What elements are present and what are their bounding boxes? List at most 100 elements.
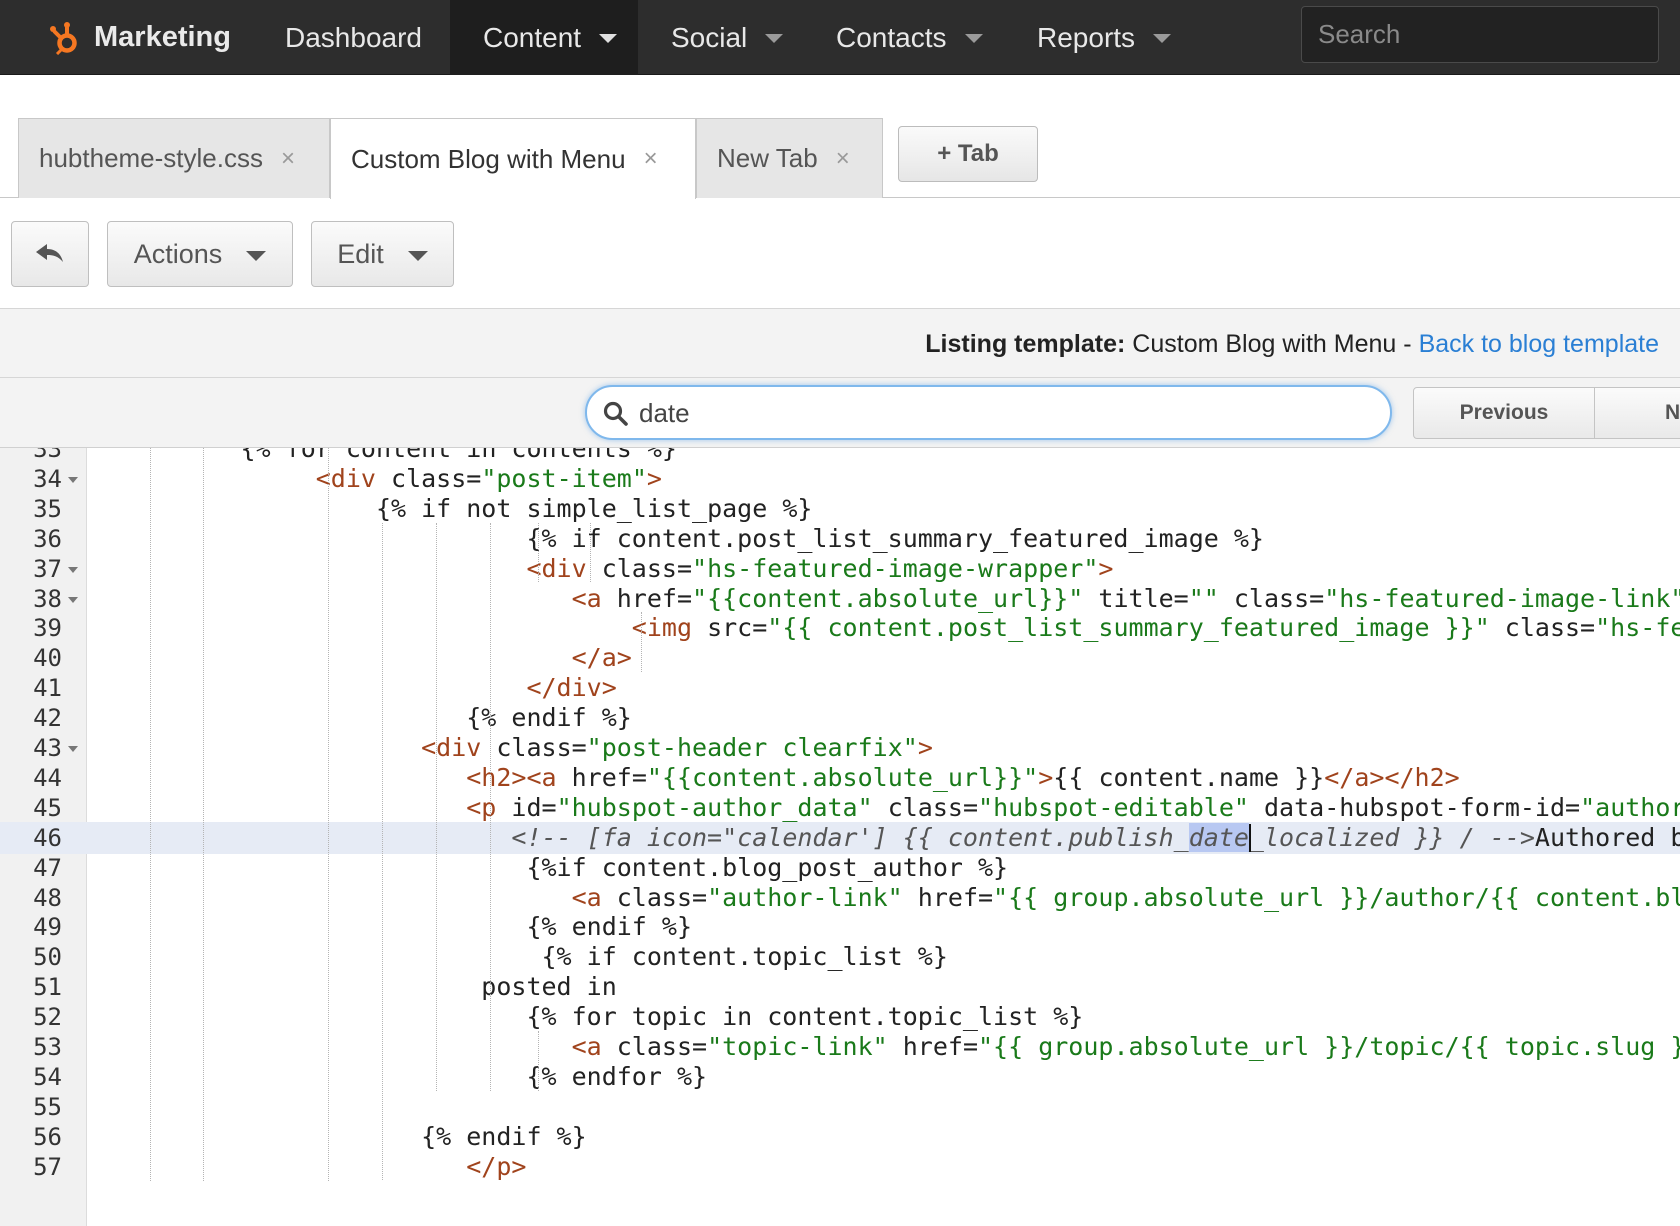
code-line[interactable]: 44 <h2><a href="{{content.absolute_url}}"… <box>0 762 1680 794</box>
code-line[interactable]: 46 <!-- [fa icon="calendar'] {{ content.p… <box>0 821 1680 854</box>
edit-label: Edit <box>337 238 384 269</box>
code-text: <a href="{{content.absolute_url}}" title… <box>571 583 1680 613</box>
brand-label: Marketing <box>94 21 231 53</box>
back-to-blog-template-link[interactable]: Back to blog template <box>1419 330 1659 359</box>
hubspot-sprocket-icon <box>50 21 77 55</box>
find-previous-button[interactable]: Previous <box>1413 387 1595 439</box>
code-line[interactable]: 56 {% endif %} <box>0 1121 1680 1153</box>
fold-toggle-icon[interactable] <box>68 566 78 573</box>
line-number: 57 <box>33 1152 62 1181</box>
nav-item-label: Reports <box>1037 21 1136 53</box>
find-field[interactable] <box>585 385 1392 440</box>
line-number: 40 <box>33 644 62 673</box>
global-search-input[interactable] <box>1301 6 1659 63</box>
template-info-bar: Listing template: Custom Blog with Menu … <box>0 308 1680 378</box>
nav-item-contacts[interactable]: Contacts <box>836 0 983 75</box>
indent-guide <box>202 448 204 1181</box>
indent-guide <box>150 448 152 1181</box>
close-icon[interactable]: × <box>644 145 658 173</box>
line-number: 37 <box>33 554 62 583</box>
actions-dropdown-button[interactable]: Actions <box>107 221 293 287</box>
code-text: {% endif %} <box>526 912 693 942</box>
indent-guide <box>327 448 329 1181</box>
code-line[interactable]: 47 {%if content.blog_post_author %} <box>0 852 1680 884</box>
code-line[interactable]: 49 {% endif %} <box>0 911 1680 943</box>
code-text: {% for topic in content.topic_list %} <box>526 1002 1084 1032</box>
code-text: </a> <box>571 643 632 673</box>
tab-custom-blog-with-menu[interactable]: Custom Blog with Menu × <box>330 118 696 199</box>
line-number: 53 <box>33 1033 62 1061</box>
code-line[interactable]: 39 <img src="{{ content.post_list_summary… <box>0 612 1680 644</box>
code-text: <div class="post-header clearfix"> <box>421 733 933 762</box>
code-line[interactable]: 57 </p> <box>0 1151 1680 1183</box>
close-icon[interactable]: × <box>836 145 850 173</box>
line-number: 55 <box>33 1092 62 1121</box>
code-line[interactable]: 40 </a> <box>0 642 1680 674</box>
line-number: 45 <box>33 793 62 822</box>
line-number: 34 <box>33 464 62 493</box>
listing-template-name: Custom Blog with Menu - <box>1132 329 1412 358</box>
line-number: 39 <box>33 614 62 643</box>
code-line[interactable]: 35 {% if not simple_list_page %} <box>0 493 1680 525</box>
caret-down-icon <box>407 250 428 261</box>
line-number: 56 <box>33 1122 62 1151</box>
tab-hubtheme-style[interactable]: hubtheme-style.css × <box>18 118 330 198</box>
find-input[interactable] <box>639 393 1359 433</box>
find-next-button[interactable]: Next <box>1594 387 1680 439</box>
code-line[interactable]: 48 <a class="author-link" href="{{ group.… <box>0 882 1680 914</box>
code-line[interactable]: 37 <div class="hs-featured-image-wrapper"… <box>0 553 1680 585</box>
code-line[interactable]: 36 {% if content.post_list_summary_featur… <box>0 523 1680 555</box>
code-text: {% if content.post_list_summary_featured… <box>526 523 1264 553</box>
tab-new-tab[interactable]: New Tab × <box>696 118 883 198</box>
actions-label: Actions <box>133 238 223 269</box>
code-line[interactable]: 41 </div> <box>0 672 1680 704</box>
caret-down-icon <box>1153 34 1172 43</box>
brand[interactable]: Marketing <box>50 0 231 75</box>
top-navigation: Marketing Dashboard Content Social Conta… <box>0 0 1680 75</box>
caret-down-icon <box>964 34 983 43</box>
code-text: {% endfor %} <box>526 1061 708 1091</box>
edit-dropdown-button[interactable]: Edit <box>311 221 454 287</box>
listing-template-info: Listing template: Custom Blog with Menu … <box>925 309 1659 379</box>
indent-guide <box>538 1031 540 1091</box>
nav-item-content[interactable]: Content <box>450 0 638 75</box>
line-number: 35 <box>33 494 62 523</box>
code-line[interactable]: 53 <a class="topic-link" href="{{ group.a… <box>0 1031 1680 1063</box>
fold-toggle-icon[interactable] <box>68 596 78 603</box>
nav-item-label: Contacts <box>836 21 947 53</box>
line-number: 36 <box>33 524 62 553</box>
code-line[interactable]: 51 posted in <box>0 971 1680 1003</box>
line-number: 51 <box>33 973 62 1002</box>
search-match: date <box>1188 822 1249 852</box>
code-line[interactable]: 42 {% endif %} <box>0 702 1680 734</box>
nav-item-dashboard[interactable]: Dashboard <box>285 0 422 75</box>
fold-toggle-icon[interactable] <box>68 476 78 483</box>
fold-toggle-icon[interactable] <box>68 746 78 752</box>
code-text: <h2><a href="{{content.absolute_url}}">{… <box>466 762 1460 792</box>
code-line[interactable]: 34 <div class="post-item"> <box>0 463 1680 495</box>
add-tab-button[interactable]: + Tab <box>898 126 1038 182</box>
nav-item-label: Social <box>671 21 748 53</box>
close-icon[interactable]: × <box>281 145 295 173</box>
code-text: </p> <box>466 1151 527 1181</box>
back-button[interactable] <box>11 221 89 287</box>
code-text: posted in <box>481 972 617 1002</box>
listing-template-prefix: Listing template: <box>925 329 1126 358</box>
code-line[interactable]: 52 {% for topic in content.topic_list %} <box>0 1001 1680 1033</box>
code-line[interactable]: 38 <a href="{{content.absolute_url}}" tit… <box>0 583 1680 615</box>
caret-down-icon <box>246 250 267 261</box>
code-line[interactable]: 54 {% endfor %} <box>0 1061 1680 1093</box>
code-text: {% if content.topic_list %} <box>541 942 948 972</box>
code-line[interactable]: 55 <box>0 1091 1680 1123</box>
code-line[interactable]: 43 <div class="post-header clearfix"> <box>0 732 1680 764</box>
caret-down-icon <box>765 34 784 43</box>
undo-arrow-icon <box>36 244 63 262</box>
code-editor[interactable]: 33 {% for content in contents %} 34 <div cl… <box>0 448 1680 1226</box>
code-line[interactable]: 45 <p id="hubspot-author_data" class="hub… <box>0 792 1680 824</box>
line-number: 43 <box>33 734 62 762</box>
tab-label: New Tab <box>717 143 818 173</box>
code-text: {% if not simple_list_page %} <box>375 493 813 523</box>
nav-item-social[interactable]: Social <box>671 0 784 75</box>
nav-item-reports[interactable]: Reports <box>1037 0 1172 75</box>
code-line[interactable]: 50 {% if content.topic_list %} <box>0 941 1680 973</box>
